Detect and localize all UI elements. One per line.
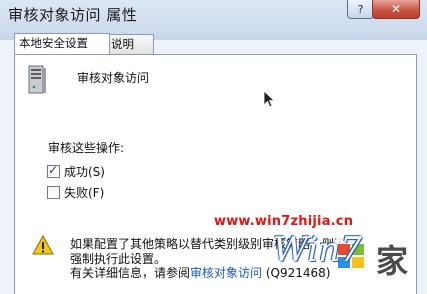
- watermark-url: www.win7zhijia.cn: [214, 214, 354, 229]
- help-button[interactable]: ?: [347, 0, 374, 19]
- watermark-logo-suffix: 家: [376, 242, 409, 280]
- close-button[interactable]: ✕: [372, 0, 420, 19]
- close-icon: ✕: [390, 2, 402, 16]
- server-icon: [28, 65, 46, 94]
- success-checkbox[interactable]: [47, 163, 60, 178]
- policy-help-link[interactable]: 审核对象访问: [190, 266, 262, 280]
- title-bar: 审核对象访问 属性 ? ✕: [0, 0, 427, 30]
- failure-option[interactable]: 失败(F): [47, 184, 104, 200]
- operations-label: 审核这些操作:: [48, 141, 125, 155]
- properties-dialog: 审核对象访问 属性 ? ✕ 本地安全设置 说明 审核对象访问 审核这些操作: 成…: [0, 0, 427, 294]
- window-title: 审核对象访问 属性: [8, 6, 138, 24]
- warning-icon: [32, 235, 54, 255]
- success-label: 成功(S): [64, 164, 105, 179]
- tab-local-security-setting[interactable]: 本地安全设置: [14, 33, 110, 54]
- tab-explain[interactable]: 说明: [106, 34, 154, 54]
- policy-name: 审核对象访问: [77, 71, 150, 85]
- watermark-logo-text: Win7: [273, 230, 362, 270]
- failure-label: 失败(F): [64, 185, 105, 200]
- failure-checkbox[interactable]: [47, 185, 60, 199]
- mouse-cursor-icon: [263, 90, 275, 108]
- success-option[interactable]: 成功(S): [47, 163, 105, 179]
- help-icon: ?: [357, 2, 364, 16]
